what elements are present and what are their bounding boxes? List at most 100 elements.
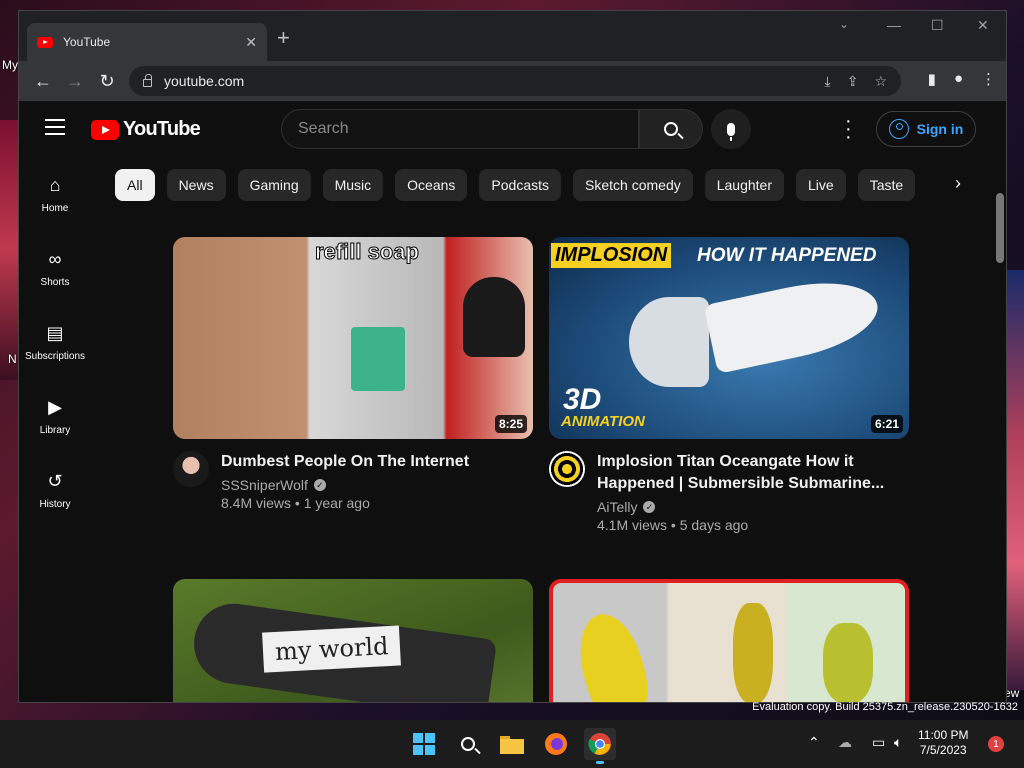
desktop-icon-label[interactable]: My	[2, 58, 18, 72]
channel-avatar[interactable]	[549, 451, 585, 487]
taskbar: ⌃ ☁ ▭ 🔈︎ 11:00 PM 7/5/2023 1	[0, 720, 1024, 768]
lock-icon[interactable]	[143, 74, 152, 87]
chip-live[interactable]: Live	[796, 169, 846, 201]
sidebar-item-label: Home	[41, 202, 69, 214]
start-button[interactable]	[408, 728, 440, 760]
folder-icon	[500, 736, 524, 754]
install-app-icon[interactable]: ⤓	[825, 73, 831, 90]
volume-icon[interactable]: 🔈︎	[894, 734, 902, 751]
chrome-icon	[588, 733, 611, 755]
video-card[interactable]	[549, 579, 909, 702]
profile-icon[interactable]: ●	[954, 70, 963, 88]
onedrive-cloud-icon[interactable]: ☁	[838, 734, 852, 751]
view-count: 8.4M views	[221, 495, 292, 511]
search-icon	[461, 737, 475, 751]
thumbnail-caption: 3D	[563, 383, 602, 416]
video-thumbnail[interactable]: refill soap 8:25	[173, 237, 533, 439]
browser-menu-icon[interactable]: ⋮	[981, 70, 996, 88]
desktop-icon-label[interactable]: N	[8, 352, 17, 366]
firefox-icon	[545, 733, 567, 755]
logo-text: YouTube	[123, 118, 201, 140]
youtube-page: YouTube ··· Sign in ⌂ Home ∞ Shorts ▤ Su…	[19, 101, 1006, 702]
search-button[interactable]	[639, 109, 703, 149]
scrollbar-thumb[interactable]	[996, 193, 1004, 263]
taskbar-search-button[interactable]	[452, 728, 484, 760]
thumbnail-art	[703, 270, 885, 374]
sidebar-item-subscriptions[interactable]: ▤ Subscriptions	[19, 305, 91, 379]
video-title[interactable]: Dumbest People On The Internet	[221, 451, 469, 473]
reload-icon[interactable]: ↻	[91, 71, 123, 92]
search-icon	[664, 122, 678, 136]
duration-badge: 8:25	[494, 415, 527, 433]
chip-music[interactable]: Music	[322, 169, 384, 201]
thumbnail-caption: HOW IT HAPPENED	[697, 245, 877, 266]
thumbnail-art	[629, 297, 709, 387]
tab-title: YouTube	[63, 35, 111, 49]
sidebar-item-library[interactable]: ▶ Library	[19, 379, 91, 453]
chrome-button[interactable]	[584, 728, 616, 764]
maximize-button[interactable]: ☐	[931, 17, 944, 34]
video-card[interactable]: IMPLOSION HOW IT HAPPENED 3D ANIMATION 6…	[549, 237, 909, 533]
video-card[interactable]: my world	[173, 579, 533, 702]
side-panel-icon[interactable]: ▮	[928, 70, 936, 88]
chip-sketch-comedy[interactable]: Sketch comedy	[573, 169, 693, 201]
video-title[interactable]: Implosion Titan Oceangate How it Happene…	[597, 451, 909, 495]
chevron-right-icon[interactable]: ›	[955, 173, 961, 194]
youtube-logo-icon	[91, 119, 119, 140]
video-thumbnail[interactable]: my world	[173, 579, 533, 702]
sidebar: ⌂ Home ∞ Shorts ▤ Subscriptions ▶ Librar…	[19, 157, 91, 527]
settings-menu-icon[interactable]: · · ·	[845, 111, 852, 147]
sidebar-item-home[interactable]: ⌂ Home	[19, 157, 91, 231]
sidebar-item-label: Shorts	[40, 276, 70, 288]
chip-news[interactable]: News	[166, 169, 226, 201]
sign-in-button[interactable]: Sign in	[876, 111, 976, 147]
chip-laughter[interactable]: Laughter	[704, 169, 785, 201]
chip-taste[interactable]: Taste	[857, 169, 916, 201]
video-card[interactable]: refill soap 8:25 Dumbest People On The I…	[173, 237, 533, 511]
guide-menu-icon[interactable]	[45, 119, 65, 135]
browser-window: YouTube ✕ + ⌄ — ☐ ✕ ← → ↻ youtube.com ⤓ …	[18, 10, 1007, 703]
youtube-logo[interactable]: YouTube	[91, 118, 201, 141]
youtube-favicon-icon	[37, 36, 53, 48]
search-input[interactable]	[281, 109, 639, 149]
sidebar-item-history[interactable]: ↺ History	[19, 453, 91, 527]
video-thumbnail[interactable]: IMPLOSION HOW IT HAPPENED 3D ANIMATION 6…	[549, 237, 909, 439]
chip-gaming[interactable]: Gaming	[237, 169, 311, 201]
chip-oceans[interactable]: Oceans	[395, 169, 468, 201]
file-explorer-button[interactable]	[496, 728, 528, 760]
title-bar: YouTube ✕ + ⌄ — ☐ ✕	[19, 11, 1006, 61]
back-arrow-icon[interactable]: ←	[27, 71, 59, 92]
url-text[interactable]: youtube.com	[164, 73, 809, 89]
firefox-button[interactable]	[540, 728, 572, 760]
channel-name[interactable]: AiTelly	[597, 499, 637, 515]
thumbnail-art	[823, 623, 873, 702]
clock[interactable]: 11:00 PM 7/5/2023	[918, 728, 968, 758]
view-count: 4.1M views	[597, 517, 668, 533]
chip-podcasts[interactable]: Podcasts	[479, 169, 562, 201]
network-icon[interactable]: ▭	[872, 734, 885, 751]
close-window-button[interactable]: ✕	[977, 17, 989, 34]
voice-search-button[interactable]	[711, 109, 751, 149]
account-icon	[888, 119, 909, 139]
forward-arrow-icon[interactable]: →	[59, 71, 91, 92]
history-icon: ↺	[47, 470, 63, 491]
tab-search-icon[interactable]: ⌄	[839, 17, 849, 31]
minimize-button[interactable]: —	[887, 17, 901, 33]
notification-badge[interactable]: 1	[988, 736, 1004, 752]
channel-avatar[interactable]	[173, 451, 209, 487]
channel-name[interactable]: SSSniperWolf	[221, 477, 308, 493]
sidebar-item-shorts[interactable]: ∞ Shorts	[19, 231, 91, 305]
video-thumbnail[interactable]	[549, 579, 909, 702]
bookmark-star-icon[interactable]: ☆	[874, 73, 887, 90]
chip-all[interactable]: All	[115, 169, 155, 201]
show-hidden-icons-icon[interactable]: ⌃	[808, 734, 820, 751]
share-icon[interactable]: ⇪	[847, 73, 859, 90]
browser-tab[interactable]: YouTube ✕	[27, 23, 267, 61]
thumbnail-caption: IMPLOSION	[551, 243, 672, 268]
windows-logo-icon	[413, 733, 435, 755]
desktop-wallpaper-left	[0, 120, 18, 380]
tab-close-icon[interactable]: ✕	[245, 34, 257, 51]
address-bar[interactable]: youtube.com ⤓ ⇪ ☆	[129, 66, 901, 96]
verified-check-icon: ✓	[313, 479, 326, 491]
new-tab-button[interactable]: +	[277, 25, 290, 51]
